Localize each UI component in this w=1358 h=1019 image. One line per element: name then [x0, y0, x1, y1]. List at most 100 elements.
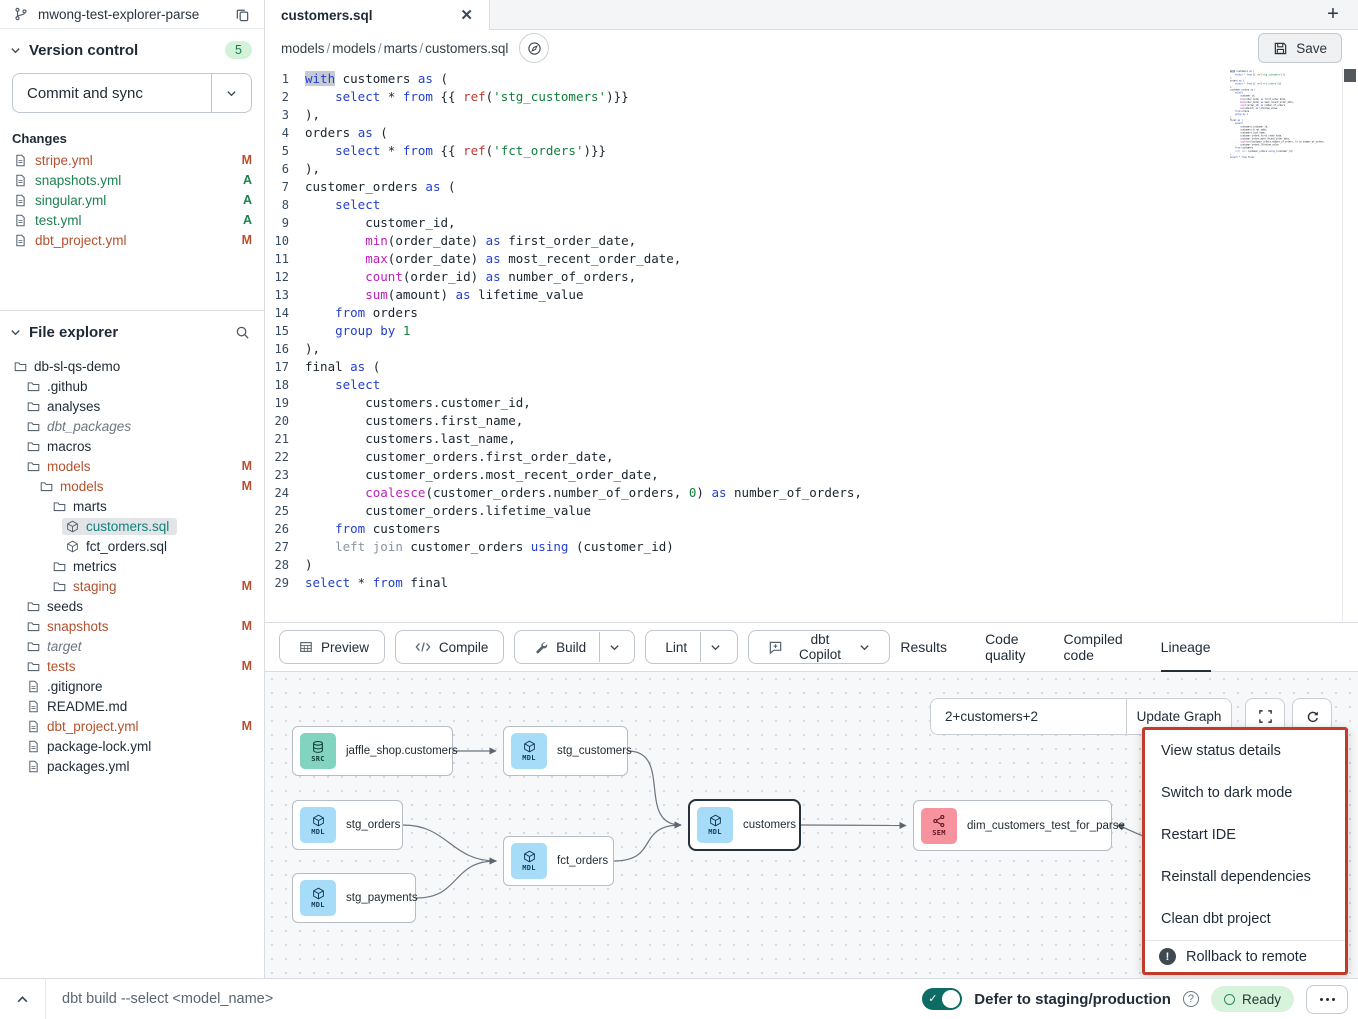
tree-item-README.md[interactable]: README.md: [0, 696, 264, 716]
menu-item-restart-ide[interactable]: Restart IDE: [1145, 814, 1345, 856]
tab-code-quality[interactable]: Code quality: [985, 623, 1025, 672]
database-icon: [311, 740, 325, 754]
more-options-button[interactable]: [1306, 985, 1348, 1014]
build-button[interactable]: Build: [514, 630, 635, 664]
lint-options-caret[interactable]: [700, 632, 730, 662]
tree-item-label: metrics: [73, 559, 117, 574]
code-line: 18 select: [265, 376, 1358, 394]
tree-item-packages.yml[interactable]: packages.yml: [0, 756, 264, 776]
commit-and-sync-label[interactable]: Commit and sync: [13, 74, 211, 112]
node-type-badge: SRC: [300, 733, 336, 769]
version-control-header[interactable]: Version control 5: [0, 29, 264, 67]
menu-item-view-status-details[interactable]: View status details: [1145, 730, 1345, 772]
code-line: 8 select: [265, 196, 1358, 214]
line-number: 21: [265, 430, 305, 448]
folder-icon: [27, 620, 40, 633]
change-row[interactable]: snapshots.yml A: [0, 170, 264, 190]
tree-item-dbt_packages[interactable]: dbt_packages: [0, 416, 264, 436]
tree-item-label: analyses: [47, 399, 100, 414]
tree-item-target[interactable]: target: [0, 636, 264, 656]
scrollbar-thumb[interactable]: [1344, 69, 1356, 82]
breadcrumb-segment[interactable]: marts: [384, 41, 418, 56]
lineage-node-jaffle_shop.customers[interactable]: SRC jaffle_shop.customers: [292, 726, 453, 776]
node-label: fct_orders: [557, 855, 608, 867]
new-tab-button[interactable]: +: [1308, 0, 1358, 29]
result-tabs: Results Code quality Compiled code Lineage: [900, 623, 1210, 671]
tree-item-db-sl-qs-demo[interactable]: db-sl-qs-demo: [0, 356, 264, 376]
editor-scrollbar[interactable]: [1342, 66, 1358, 622]
code-editor[interactable]: 1with customers as (2 select * from {{ r…: [265, 66, 1358, 622]
tree-item-customers.sql[interactable]: customers.sql: [0, 516, 264, 536]
tree-item-status: M: [242, 659, 252, 673]
breadcrumb-segment[interactable]: models: [332, 41, 376, 56]
tree-item-models[interactable]: models M: [0, 456, 264, 476]
tab-lineage[interactable]: Lineage: [1161, 623, 1211, 672]
change-row[interactable]: dbt_project.yml M: [0, 230, 264, 250]
tree-item-metrics[interactable]: metrics: [0, 556, 264, 576]
save-button[interactable]: Save: [1258, 33, 1342, 63]
close-tab-icon[interactable]: ✕: [460, 8, 473, 23]
lineage-panel[interactable]: SRC jaffle_shop.customers MDL stg_custom…: [265, 672, 1358, 978]
tree-item-dbt_project.yml[interactable]: dbt_project.yml M: [0, 716, 264, 736]
copy-branch-icon[interactable]: [233, 5, 252, 24]
tree-item-seeds[interactable]: seeds: [0, 596, 264, 616]
file-explorer-header[interactable]: File explorer: [0, 311, 264, 350]
menu-item-switch-to-dark-mode[interactable]: Switch to dark mode: [1145, 772, 1345, 814]
commit-options-caret[interactable]: [211, 74, 251, 112]
tree-item-package-lock.yml[interactable]: package-lock.yml: [0, 736, 264, 756]
expand-command-bar-button[interactable]: [0, 979, 46, 1019]
lineage-node-customers[interactable]: MDL customers: [688, 799, 801, 851]
menu-item-rollback-to-remote[interactable]: ! Rollback to remote: [1145, 941, 1345, 972]
menu-item-clean-dbt-project[interactable]: Clean dbt project: [1145, 898, 1345, 940]
tree-item-snapshots[interactable]: snapshots M: [0, 616, 264, 636]
search-icon[interactable]: [233, 323, 252, 342]
command-input[interactable]: dbt build --select <model_name>: [62, 991, 273, 1007]
line-number: 26: [265, 520, 305, 538]
status-badge: Ready: [1211, 986, 1294, 1012]
breadcrumb-segment[interactable]: customers.sql: [425, 41, 508, 56]
change-row[interactable]: stripe.yml M: [0, 150, 264, 170]
tree-item-models[interactable]: models M: [0, 476, 264, 496]
code-line: 14 from orders: [265, 304, 1358, 322]
explore-compass-button[interactable]: [519, 33, 549, 63]
tree-item-staging[interactable]: staging M: [0, 576, 264, 596]
lineage-selector-input[interactable]: [931, 699, 1126, 734]
change-row[interactable]: singular.yml A: [0, 190, 264, 210]
menu-item-reinstall-dependencies[interactable]: Reinstall dependencies: [1145, 856, 1345, 898]
check-icon: ✓: [928, 992, 937, 1005]
tree-item-tests[interactable]: tests M: [0, 656, 264, 676]
file-icon: [14, 174, 27, 187]
build-options-caret[interactable]: [599, 632, 628, 662]
tree-item-fct_orders.sql[interactable]: fct_orders.sql: [0, 536, 264, 556]
tree-item-label: db-sl-qs-demo: [34, 359, 120, 374]
changes-label: Changes: [0, 125, 264, 150]
tree-item-macros[interactable]: macros: [0, 436, 264, 456]
node-label: customers: [743, 819, 796, 831]
lineage-node-fct_orders[interactable]: MDL fct_orders: [503, 836, 614, 886]
tree-item-analyses[interactable]: analyses: [0, 396, 264, 416]
change-file-name: stripe.yml: [35, 153, 93, 168]
refresh-icon: [1305, 709, 1320, 724]
tab-results[interactable]: Results: [900, 623, 947, 672]
help-icon[interactable]: ?: [1183, 991, 1199, 1007]
tree-item-.gitignore[interactable]: .gitignore: [0, 676, 264, 696]
change-row[interactable]: test.yml A: [0, 210, 264, 230]
preview-button[interactable]: Preview: [279, 630, 385, 664]
commit-and-sync-button[interactable]: Commit and sync: [12, 73, 252, 113]
lint-button[interactable]: Lint: [645, 630, 737, 664]
lineage-node-stg_payments[interactable]: MDL stg_payments: [292, 873, 416, 923]
edge-stg_orders-to-fct_orders: [403, 825, 496, 861]
tree-item-marts[interactable]: marts: [0, 496, 264, 516]
dbt-copilot-button[interactable]: dbt Copilot: [748, 630, 891, 664]
lineage-node-dim_customers_test_for_parse[interactable]: SEM dim_customers_test_for_parse: [913, 800, 1112, 851]
lineage-node-stg_orders[interactable]: MDL stg_orders: [292, 800, 403, 850]
breadcrumb-segment[interactable]: models: [281, 41, 325, 56]
tab-customers-sql[interactable]: customers.sql ✕: [265, 0, 490, 30]
compile-button[interactable]: Compile: [395, 630, 504, 664]
lineage-node-stg_customers[interactable]: MDL stg_customers: [503, 726, 628, 776]
tab-compiled-code[interactable]: Compiled code: [1064, 623, 1123, 672]
tree-item-.github[interactable]: .github: [0, 376, 264, 396]
defer-toggle[interactable]: ✓: [922, 988, 962, 1010]
node-type-badge: MDL: [300, 807, 336, 843]
line-number: 17: [265, 358, 305, 376]
